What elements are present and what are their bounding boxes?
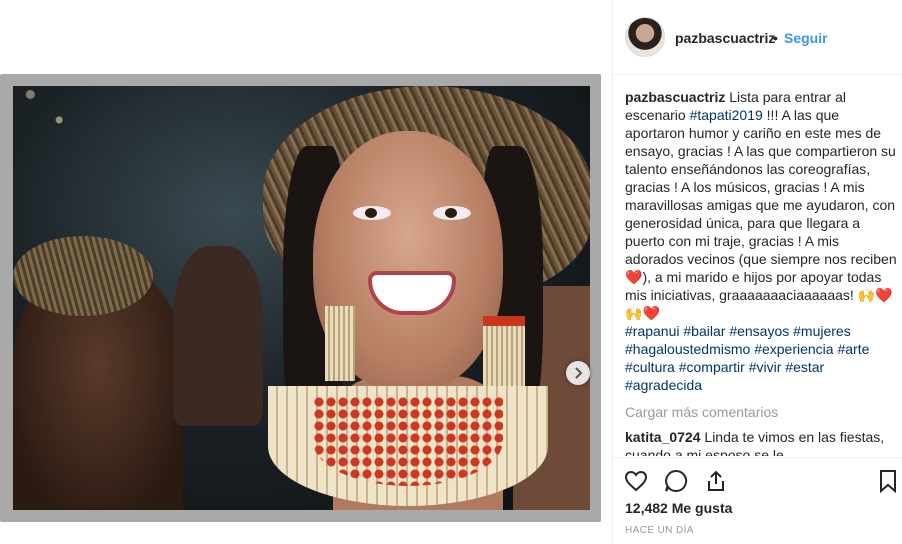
- next-photo-button[interactable]: [566, 361, 590, 385]
- comment-button[interactable]: [663, 468, 689, 494]
- post-username[interactable]: pazbascuactriz: [675, 30, 775, 46]
- comment-username[interactable]: katita_0724: [625, 429, 701, 445]
- details-pane: pazbascuactriz • Seguir pazbascuactriz L…: [612, 0, 902, 544]
- heart-emoji: ❤️: [875, 287, 893, 303]
- media-pane: [0, 0, 612, 544]
- like-button[interactable]: [623, 468, 649, 494]
- hashtag[interactable]: #ensayos: [729, 323, 789, 339]
- speech-bubble-icon: [665, 469, 688, 492]
- caption: pazbascuactriz Lista para entrar al esce…: [625, 88, 897, 394]
- hashtag[interactable]: #cultura: [625, 359, 675, 375]
- post-header: pazbascuactriz • Seguir: [613, 0, 902, 75]
- timestamp[interactable]: HACE UN DÍA: [625, 525, 694, 536]
- chevron-right-icon: [575, 367, 583, 379]
- raised-hands-emoji: 🙌: [857, 287, 876, 303]
- avatar[interactable]: [625, 17, 665, 57]
- raised-hands-emoji: 🙌: [625, 305, 643, 321]
- photo-frame: [0, 74, 601, 522]
- grass-headdress-left: [13, 236, 153, 316]
- hashtag[interactable]: #bailar: [683, 323, 725, 339]
- hashtag[interactable]: #agradecida: [625, 377, 702, 393]
- save-button[interactable]: [875, 468, 901, 494]
- hashtag-tapati2019[interactable]: #tapati2019: [690, 107, 763, 123]
- heart-emoji: ❤️: [642, 305, 660, 321]
- load-more-comments[interactable]: Cargar más comentarios: [625, 404, 778, 420]
- eye-left: [353, 206, 391, 220]
- action-bar: [613, 457, 902, 502]
- share-arrow-icon: [708, 470, 724, 491]
- eye-right: [433, 206, 471, 220]
- hashtag[interactable]: #mujeres: [793, 323, 851, 339]
- share-button[interactable]: [703, 468, 729, 494]
- hashtag[interactable]: #experiencia: [754, 341, 833, 357]
- bookmark-icon: [880, 470, 896, 493]
- caption-username[interactable]: pazbascuactriz: [625, 89, 725, 105]
- hashtag[interactable]: #rapanui: [625, 323, 680, 339]
- hashtag[interactable]: #compartir: [679, 359, 745, 375]
- earring-left: [325, 306, 355, 381]
- earring-right: [483, 316, 525, 396]
- hashtag[interactable]: #arte: [837, 341, 869, 357]
- follow-button[interactable]: Seguir: [784, 30, 828, 46]
- hashtag[interactable]: #estar: [785, 359, 824, 375]
- hashtag[interactable]: #hagaloustedmismo: [625, 341, 750, 357]
- separator-dot: •: [773, 30, 778, 46]
- caption-text-3: ), a mi marido e hijos por apoyar todas …: [625, 269, 882, 303]
- comment: katita_0724 Linda te vimos en las fiesta…: [625, 428, 897, 456]
- likes-count[interactable]: 12,482 Me gusta: [625, 500, 732, 516]
- post-photo[interactable]: [13, 86, 590, 510]
- red-beads: [313, 396, 503, 486]
- hashtag[interactable]: #vivir: [749, 359, 782, 375]
- heart-emoji: ❤️: [625, 269, 643, 285]
- heart-outline-icon: [624, 470, 648, 492]
- dancer-middle: [173, 246, 263, 426]
- caption-text-2: !!! A las que aportaron humor y cariño e…: [625, 107, 897, 267]
